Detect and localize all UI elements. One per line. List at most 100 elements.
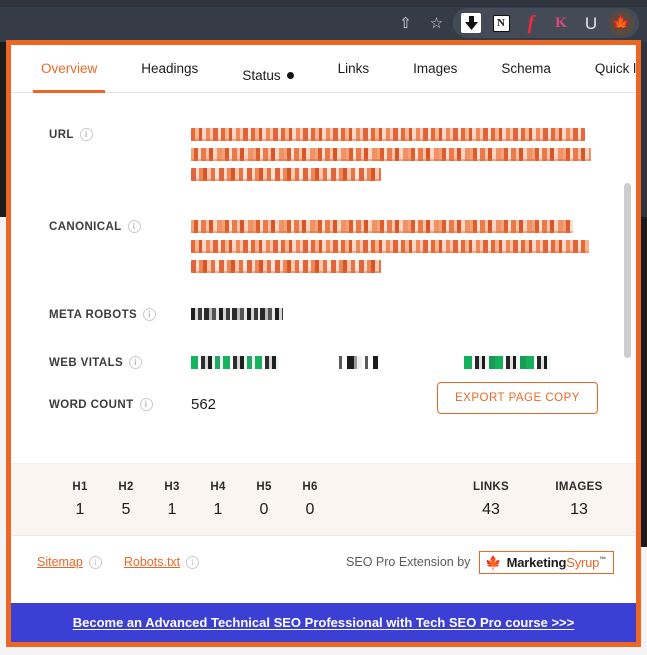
share-icon[interactable]: ⇧ [391, 10, 420, 36]
canonical-value-line [191, 240, 589, 253]
status-indicator-dot [286, 72, 294, 79]
robots-txt-info-icon[interactable]: i [186, 555, 200, 569]
stat-h5-value: 0 [259, 500, 269, 518]
brand-name-first: Marketing [506, 554, 567, 570]
stat-h3-key: H3 [164, 480, 180, 493]
stat-h4-key: H4 [210, 480, 226, 493]
download-arrow-icon[interactable] [457, 10, 485, 36]
row-canonical: CANONICAL i [49, 220, 591, 273]
stat-h2: H2 5 [103, 481, 149, 519]
canonical-value[interactable] [191, 220, 591, 273]
web-vital-item [191, 356, 279, 369]
canonical-label-text: CANONICAL [49, 220, 122, 233]
row-web-vitals: WEB VITALS i [49, 356, 601, 372]
tab-overview[interactable]: Overview [32, 45, 106, 93]
web-vital-item [336, 356, 378, 369]
tab-status[interactable]: Status [242, 68, 294, 92]
row-url: URL i [49, 128, 591, 181]
stat-h6-key: H6 [302, 480, 318, 493]
browser-tab-strip [0, 0, 647, 7]
stat-h1-value: 1 [75, 500, 85, 518]
word-count-label: WORD COUNT i [49, 398, 191, 411]
headings-stats-band: H1 1 H2 5 H3 1 H4 1 H5 0 H6 0 LINKS 43 I… [11, 464, 636, 536]
brand-name: MarketingSyrup™ [506, 554, 607, 570]
extension-icon-group: N f K U 🍁 [453, 8, 639, 38]
robots-txt-link[interactable]: Robots.txt [124, 555, 180, 569]
maple-leaf-icon: 🍁 [485, 554, 502, 570]
meta-robots-value [191, 308, 283, 320]
web-vitals-label: WEB VITALS i [49, 356, 191, 369]
tab-schema-label: Schema [501, 61, 551, 76]
tab-overview-label: Overview [41, 61, 98, 76]
marketing-syrup-logo[interactable]: 🍁 MarketingSyrup™ [479, 550, 614, 574]
tab-links[interactable]: Links [338, 45, 370, 93]
tab-images[interactable]: Images [413, 45, 457, 93]
seo-pro-extension-panel: Overview Headings Status Links Images Sc… [6, 40, 641, 647]
sitemap-info-icon[interactable]: i [88, 555, 102, 569]
url-value[interactable] [191, 128, 591, 181]
tab-quick-links[interactable]: Quick links [594, 45, 640, 93]
url-label-text: URL [49, 128, 74, 141]
web-vitals-label-text: WEB VITALS [49, 356, 124, 369]
panel-footer: Sitemap i Robots.txt i SEO Pro Extension… [11, 536, 636, 588]
sitemap-link[interactable]: Sitemap [37, 555, 83, 569]
marketing-syrup-leaf-icon[interactable]: 🍁 [607, 10, 635, 36]
tab-status-label: Status [242, 68, 281, 83]
url-value-line [191, 168, 381, 181]
stat-images-value: 13 [570, 500, 588, 518]
stat-h3: H3 1 [149, 481, 195, 519]
tab-headings[interactable]: Headings [141, 45, 198, 93]
url-info-icon[interactable]: i [79, 128, 93, 141]
row-word-count: WORD COUNT i 562 EXPORT PAGE COPY [49, 382, 599, 414]
brand-trademark: ™ [599, 556, 606, 564]
tab-headings-label: Headings [141, 61, 199, 76]
keywords-everywhere-icon[interactable]: K [547, 10, 575, 36]
web-vitals-info-icon[interactable]: i [129, 356, 143, 369]
canonical-value-line [191, 220, 573, 233]
screenshot-root: ⇧ ☆ N f K U 🍁 Overview Headings Status L… [0, 0, 647, 655]
stat-links: LINKS 43 [456, 481, 526, 519]
word-count-value: 562 [191, 396, 217, 413]
stat-links-key: LINKS [473, 480, 509, 493]
export-page-copy-button[interactable]: EXPORT PAGE COPY [437, 382, 598, 414]
brand-name-second: Syrup [566, 554, 600, 570]
browser-toolbar-icons: ⇧ ☆ N f K U 🍁 [391, 7, 639, 39]
stat-h3-value: 1 [167, 500, 177, 518]
overview-content: URL i CANONICAL i META ROBOTS i WEB VITA… [11, 93, 636, 464]
meta-robots-info-icon[interactable]: i [143, 308, 157, 321]
footer-brand: SEO Pro Extension by 🍁 MarketingSyrup™ [346, 550, 614, 574]
content-scrollbar[interactable] [624, 183, 631, 358]
stat-h2-value: 5 [121, 500, 131, 518]
promo-banner-text: Become an Advanced Technical SEO Profess… [72, 615, 575, 630]
stat-h2-key: H2 [118, 480, 134, 493]
tab-links-label: Links [337, 61, 370, 76]
meta-robots-value-line [191, 308, 283, 320]
stat-h6-value: 0 [305, 500, 315, 518]
u-extension-icon[interactable]: U [577, 10, 605, 36]
promo-banner[interactable]: Become an Advanced Technical SEO Profess… [11, 603, 636, 642]
footer-links: Sitemap i Robots.txt i [37, 555, 200, 569]
url-label: URL i [49, 128, 191, 141]
panel-tabbar: Overview Headings Status Links Images Sc… [11, 45, 636, 93]
stat-h4: H4 1 [195, 481, 241, 519]
tab-quick-links-label: Quick links [594, 61, 640, 76]
flash-icon[interactable]: f [517, 10, 545, 36]
stat-links-value: 43 [482, 500, 500, 518]
stat-images: IMAGES 13 [544, 481, 614, 519]
notion-icon[interactable]: N [487, 10, 515, 36]
bookmark-star-icon[interactable]: ☆ [422, 10, 451, 36]
stat-h1: H1 1 [57, 481, 103, 519]
word-count-info-icon[interactable]: i [139, 398, 153, 411]
canonical-value-line [191, 260, 381, 273]
tab-schema[interactable]: Schema [501, 45, 551, 93]
stat-h5: H5 0 [241, 481, 287, 519]
tab-images-label: Images [413, 61, 458, 76]
url-value-line [191, 148, 591, 161]
canonical-label: CANONICAL i [49, 220, 191, 233]
meta-robots-label: META ROBOTS i [49, 308, 191, 321]
browser-toolbar: ⇧ ☆ N f K U 🍁 [0, 0, 647, 42]
stat-h1-key: H1 [72, 480, 88, 493]
stat-h5-key: H5 [256, 480, 272, 493]
canonical-info-icon[interactable]: i [127, 220, 141, 233]
stat-h6: H6 0 [287, 481, 333, 519]
